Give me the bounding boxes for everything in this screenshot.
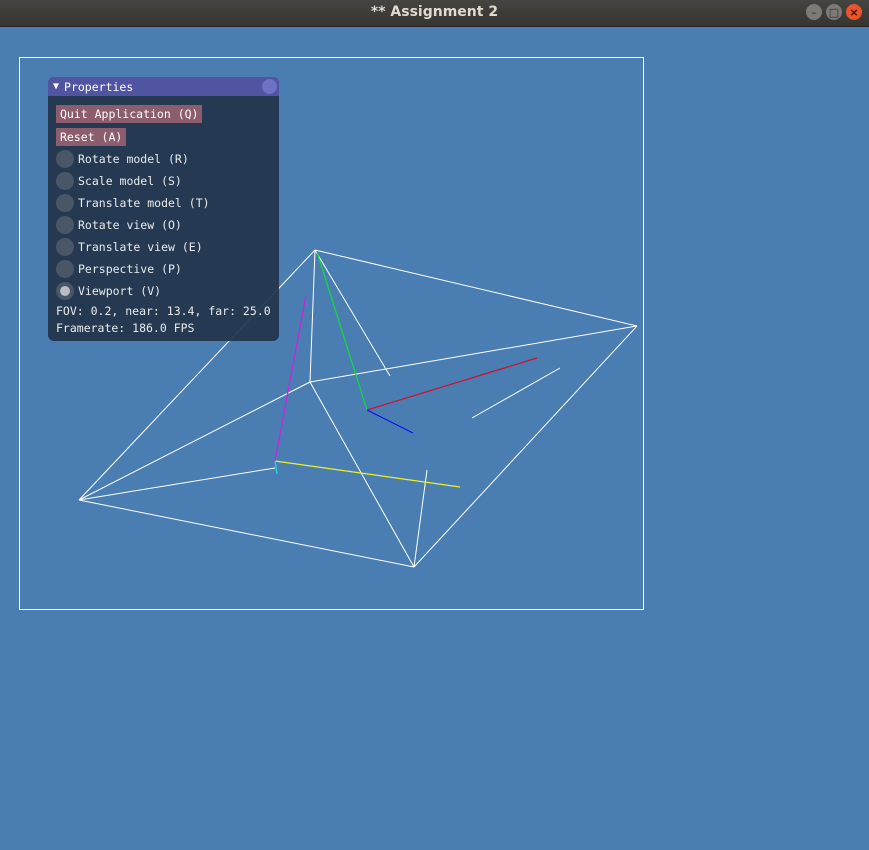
edge <box>413 325 638 568</box>
radio-button-icon[interactable] <box>56 238 74 256</box>
edge <box>309 325 638 383</box>
radio-rotate-view[interactable]: Rotate view (O) <box>56 216 182 234</box>
edge <box>471 367 561 419</box>
radio-button-icon[interactable] <box>56 150 74 168</box>
framerate-readout: Framerate: 186.0 FPS <box>56 321 195 335</box>
radio-button-icon[interactable] <box>56 172 74 190</box>
edge <box>314 249 391 377</box>
close-button[interactable]: × <box>846 4 862 20</box>
panel-header[interactable]: ▼ Properties <box>48 77 279 96</box>
edge <box>78 499 415 568</box>
edge <box>309 249 316 383</box>
radio-label: Perspective (P) <box>78 262 182 276</box>
window-title: ** Assignment 2 <box>370 4 499 20</box>
quit-button[interactable]: Quit Application (Q) <box>56 105 203 123</box>
world-x-axis <box>274 460 461 488</box>
world-y-axis <box>274 294 307 462</box>
minimize-icon: – <box>811 5 817 19</box>
radio-button-icon[interactable] <box>56 194 74 212</box>
radio-perspective[interactable]: Perspective (P) <box>56 260 182 278</box>
radio-label: Translate view (E) <box>78 240 203 254</box>
radio-rotate-model[interactable]: Rotate model (R) <box>56 150 189 168</box>
radio-button-selected-icon[interactable] <box>56 282 74 300</box>
radio-viewport[interactable]: Viewport (V) <box>56 282 161 300</box>
edge <box>314 249 638 327</box>
radio-button-icon[interactable] <box>56 260 74 278</box>
maximize-button[interactable]: □ <box>826 4 842 20</box>
edge <box>78 381 311 501</box>
collapse-arrow-icon[interactable]: ▼ <box>53 81 59 92</box>
title-bar: ** Assignment 2 – □ × <box>0 0 869 27</box>
x-axis <box>366 357 538 411</box>
radio-scale-model[interactable]: Scale model (S) <box>56 172 182 190</box>
radio-label: Rotate model (R) <box>78 152 189 166</box>
radio-label: Translate model (T) <box>78 196 210 210</box>
world-z-axis <box>274 460 278 475</box>
y-axis <box>316 251 368 411</box>
radio-label: Scale model (S) <box>78 174 182 188</box>
radio-label: Viewport (V) <box>78 284 162 298</box>
panel-close-icon[interactable] <box>262 79 277 94</box>
minimize-button[interactable]: – <box>806 4 822 20</box>
maximize-icon: □ <box>828 5 840 19</box>
radio-translate-model[interactable]: Translate model (T) <box>56 194 210 212</box>
edge <box>413 469 428 568</box>
radio-button-icon[interactable] <box>56 216 74 234</box>
close-icon: × <box>849 5 859 19</box>
axes-world <box>274 294 461 488</box>
camera-info: FOV: 0.2, near: 13.4, far: 25.0 <box>56 304 271 318</box>
z-axis <box>366 409 414 434</box>
radio-label: Rotate view (O) <box>78 218 182 232</box>
radio-translate-view[interactable]: Translate view (E) <box>56 238 203 256</box>
edge <box>309 381 415 568</box>
properties-panel: ▼ Properties Quit Application (Q) Reset … <box>48 77 279 341</box>
edge <box>78 467 276 501</box>
panel-title: Properties <box>64 79 134 94</box>
axes-model <box>316 251 538 434</box>
reset-button[interactable]: Reset (A) <box>56 128 127 146</box>
